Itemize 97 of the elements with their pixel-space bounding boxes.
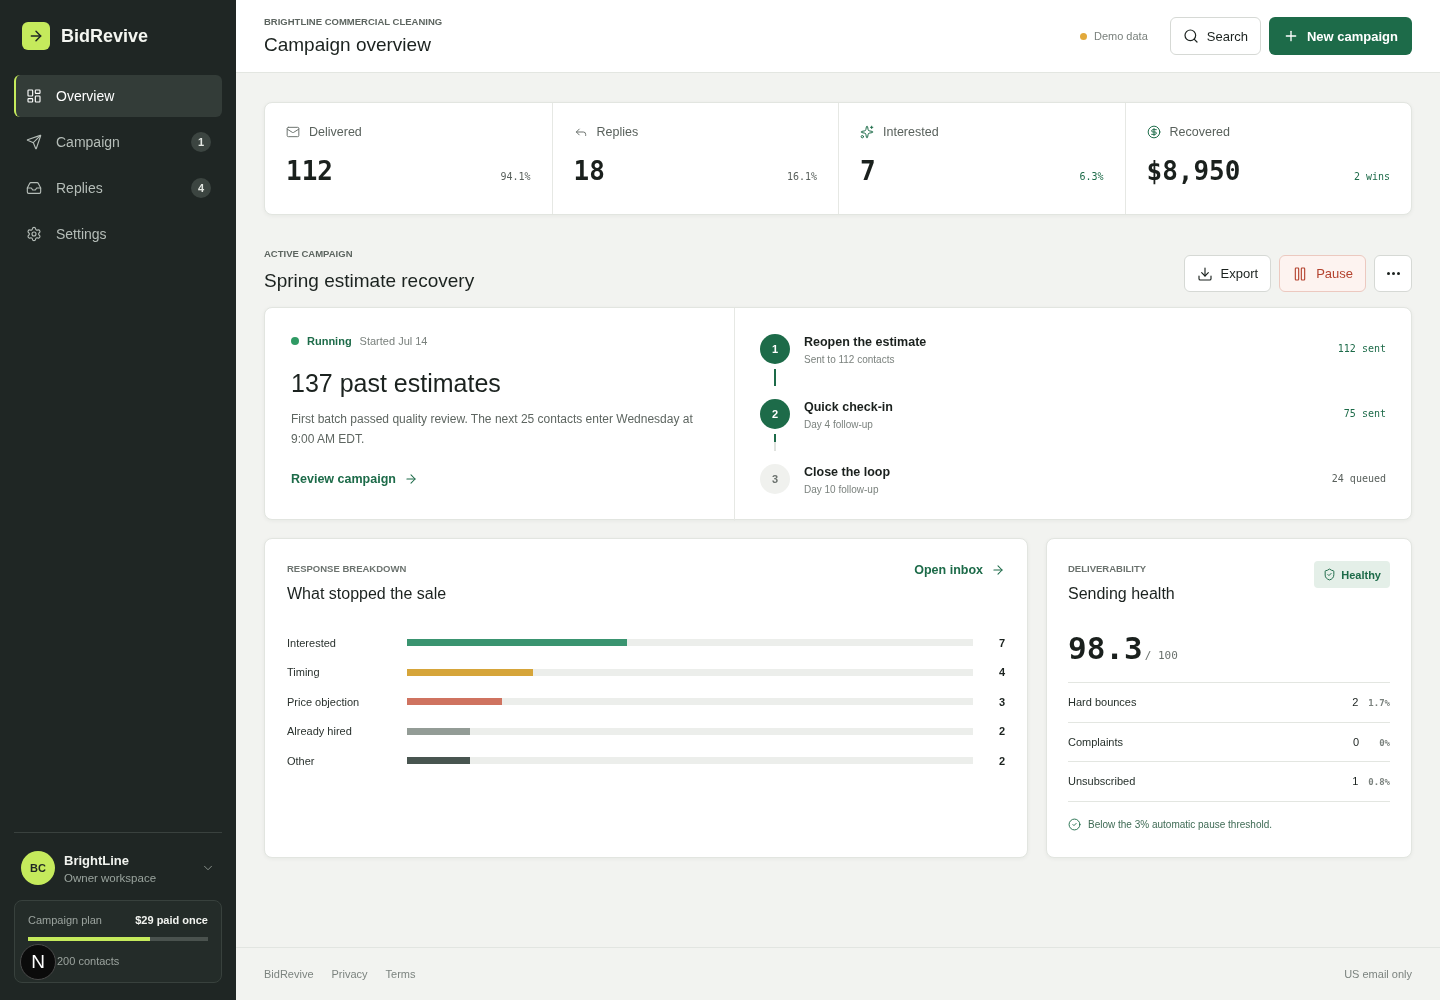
bar-label: Already hired — [287, 725, 353, 738]
metric-count: 0 — [1352, 735, 1359, 748]
sidebar-nav-item[interactable]: Replies 4 — [14, 167, 222, 209]
campaign-summary: First batch passed quality review. The next 25 contacts enter Wednesday at 9:00 AM EDT. — [291, 411, 694, 448]
workspace-name: BrightLine — [64, 852, 130, 868]
plan-price: $29 paid once — [135, 914, 208, 926]
step-detail: Day 4 follow-up — [804, 419, 874, 430]
logo-icon — [22, 22, 50, 50]
bar-label: Other — [287, 754, 316, 767]
demo-label: Demo data — [1093, 30, 1148, 42]
step-number: 3 — [760, 464, 790, 494]
stat-label: Recovered — [1169, 125, 1230, 139]
step-count: 112 sent — [1337, 342, 1386, 356]
bar-label: Timing — [287, 666, 321, 679]
bar-value: 4 — [997, 666, 1005, 679]
footer-link[interactable]: Privacy — [331, 968, 368, 980]
page-title: Campaign overview — [264, 34, 432, 56]
sidebar-nav-item[interactable]: Settings — [14, 213, 222, 255]
bar-value: 7 — [997, 636, 1005, 649]
metric-label: Hard bounces — [1068, 696, 1137, 709]
footer-note: US email only — [1344, 968, 1412, 980]
metric-label: Complaints — [1068, 735, 1124, 748]
stat-value: 7 — [860, 156, 876, 186]
metric-count: 2 — [1352, 696, 1359, 709]
check-circle-icon — [1068, 817, 1081, 831]
count-badge: 1 — [191, 132, 211, 152]
brand-name: BidRevive — [61, 25, 149, 47]
bar-label: Price objection — [287, 695, 361, 708]
metric-label: Unsubscribed — [1068, 775, 1136, 788]
metric-share: 1.7% — [1368, 698, 1390, 709]
bar-value: 2 — [997, 754, 1005, 767]
plan-label: Campaign plan — [28, 914, 102, 926]
threshold-note: Below the 3% automatic pause threshold. — [1088, 818, 1272, 830]
search-button[interactable]: Search — [1169, 17, 1261, 55]
step-number: 2 — [760, 399, 790, 429]
score-scale: / 100 — [1144, 649, 1178, 662]
sidebar-nav-item[interactable]: Overview — [14, 75, 222, 117]
metric-share: 0.8% — [1368, 777, 1390, 788]
stat-value: 112 — [286, 156, 333, 186]
bar-value: 2 — [997, 725, 1005, 738]
plan-contacts: 200 contacts — [57, 955, 120, 967]
footer-link[interactable]: BidRevive — [264, 968, 314, 980]
stat-label: Delivered — [309, 125, 362, 139]
card-title: What stopped the sale — [287, 584, 447, 603]
download-icon — [1196, 265, 1213, 282]
status-dot-icon — [291, 337, 299, 345]
step-detail: Sent to 112 contacts — [804, 354, 896, 365]
company-name: BRIGHTLINE COMMERCIAL CLEANING — [264, 16, 443, 27]
search-icon — [1182, 28, 1199, 44]
pause-button[interactable]: Pause — [1279, 255, 1366, 292]
card-eyebrow: DELIVERABILITY — [1068, 563, 1148, 574]
workspace-role: Owner workspace — [64, 871, 157, 884]
stat-meta: 6.3% — [1079, 171, 1104, 182]
arrow-right-icon — [991, 563, 1005, 577]
step-detail: Day 10 follow-up — [804, 484, 880, 495]
status-label: Running — [307, 335, 352, 347]
review-campaign-link[interactable]: Review campaign — [291, 472, 418, 486]
export-button[interactable]: Export — [1183, 255, 1272, 292]
step-title: Quick check-in — [804, 400, 894, 414]
step-count: 75 sent — [1343, 407, 1386, 421]
shield-check-icon — [1323, 568, 1337, 581]
stat-label: Replies — [596, 125, 639, 139]
stat-value: 18 — [573, 156, 605, 186]
card-title: Sending health — [1068, 584, 1175, 603]
stat-meta: 16.1% — [786, 171, 817, 182]
more-icon — [1386, 272, 1400, 275]
count-badge: 4 — [191, 178, 211, 198]
health-score: 98.3 — [1068, 630, 1143, 666]
bar-label: Interested — [287, 636, 337, 649]
step-title: Close the loop — [804, 465, 892, 479]
inbox-icon — [26, 180, 42, 196]
metric-share: 0% — [1378, 737, 1390, 748]
paper-plane-icon — [26, 134, 42, 150]
footer-link[interactable]: Terms — [385, 968, 416, 980]
stat-meta: 94.1% — [500, 171, 531, 182]
health-badge: Healthy — [1314, 561, 1390, 588]
open-inbox-link[interactable]: Open inbox — [914, 563, 1005, 577]
new-campaign-button[interactable]: New campaign — [1268, 17, 1412, 55]
stat-value: $8,950 — [1146, 156, 1241, 186]
campaign-headline: 137 past estimates — [291, 368, 502, 398]
card-eyebrow: RESPONSE BREAKDOWN — [287, 563, 408, 574]
step-number: 1 — [760, 334, 790, 364]
sidebar-nav-item[interactable]: Campaign 1 — [14, 121, 222, 163]
dashboard-icon — [26, 88, 42, 104]
metric-count: 1 — [1352, 775, 1359, 788]
arrow-right-icon — [403, 472, 418, 486]
section-eyebrow: ACTIVE CAMPAIGN — [264, 248, 354, 259]
step-title: Reopen the estimate — [804, 335, 928, 349]
dot-icon — [1079, 32, 1087, 40]
stat-meta: 2 wins — [1353, 171, 1390, 182]
started-date: Started Jul 14 — [359, 335, 428, 347]
bar-value: 3 — [997, 695, 1005, 708]
avatar: BC — [21, 851, 55, 885]
settings-icon — [26, 226, 42, 242]
campaign-title: Spring estimate recovery — [264, 270, 475, 292]
stat-label: Interested — [883, 125, 939, 139]
step-count: 24 queued — [1331, 472, 1386, 486]
